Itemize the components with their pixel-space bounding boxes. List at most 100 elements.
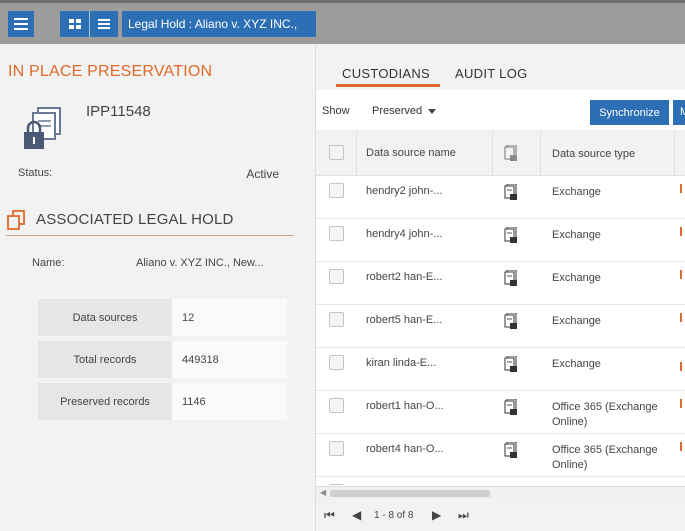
show-filter-dropdown[interactable]: Preserved <box>372 105 437 117</box>
stat-row-preserved-records: Preserved records 1146 <box>38 383 287 420</box>
table-header: Data source name Data source type <box>316 130 685 176</box>
grid-icon <box>68 18 81 29</box>
status-marker <box>680 362 682 371</box>
data-source-type: Exchange <box>552 272 601 284</box>
stat-row-total-records: Total records 449318 <box>38 341 287 378</box>
status-marker <box>680 442 682 451</box>
preserved-lock-icon <box>504 312 518 329</box>
chevron-down-icon <box>428 108 437 114</box>
stat-row-data-sources: Data sources 12 <box>38 299 287 336</box>
row-checkbox[interactable] <box>329 183 344 198</box>
preserved-lock-icon <box>504 183 518 200</box>
data-source-type: Exchange <box>552 315 601 327</box>
status-label: Status: <box>18 167 53 179</box>
row-checkbox[interactable] <box>329 312 344 327</box>
locked-document-icon <box>24 107 61 149</box>
status-marker <box>680 227 682 236</box>
filter-selected-value: Preserved <box>372 105 423 117</box>
preserved-lock-icon <box>504 226 518 243</box>
table-row[interactable]: kiran linda-E... Exchange <box>316 348 685 391</box>
previous-page-icon[interactable]: ◀ <box>352 508 361 522</box>
column-header-name[interactable]: Data source name <box>366 147 456 159</box>
data-source-name[interactable]: robert2 han-E... <box>366 271 442 283</box>
scroll-left-icon[interactable]: ◀ <box>320 488 326 497</box>
next-page-icon[interactable]: ▶ <box>432 508 441 522</box>
associated-legal-hold-title: ASSOCIATED LEGAL HOLD <box>36 211 234 228</box>
table-row[interactable]: hendry4 john-... Exchange <box>316 219 685 262</box>
data-source-type: Exchange <box>552 358 601 370</box>
table-row[interactable]: robert5 han-E... Exchange <box>316 305 685 348</box>
menu-button[interactable] <box>8 11 34 37</box>
custodians-table: Data source name Data source type hendry… <box>316 130 685 485</box>
custodians-panel: CUSTODIANS AUDIT LOG Show Preserved Sync… <box>316 44 685 531</box>
select-all-checkbox[interactable] <box>329 145 344 160</box>
table-body: hendry2 john-... Exchange hendry4 john-...… <box>316 176 685 485</box>
show-label: Show <box>322 105 350 117</box>
row-checkbox[interactable] <box>329 226 344 241</box>
status-marker <box>680 313 682 322</box>
table-row[interactable]: robert4 han-O... Office 365 (Exchange Onl… <box>316 434 685 477</box>
data-source-name[interactable]: robert4 han-O... <box>366 443 444 455</box>
stat-value: 1146 <box>172 383 287 420</box>
grid-view-button[interactable] <box>60 11 89 37</box>
tab-bar: CUSTODIANS AUDIT LOG <box>316 44 685 90</box>
tab-custodians[interactable]: CUSTODIANS <box>342 66 430 81</box>
table-row[interactable]: robert2 han-E... Exchange <box>316 262 685 305</box>
top-bar: Legal Hold : Aliano v. XYZ INC., <box>0 0 685 44</box>
status-marker <box>680 399 682 408</box>
column-divider <box>356 130 357 176</box>
row-checkbox[interactable] <box>329 398 344 413</box>
associated-legal-hold-header: ASSOCIATED LEGAL HOLD <box>6 204 294 236</box>
preserved-lock-icon <box>504 441 518 458</box>
page-info: 1 - 8 of 8 <box>374 510 414 521</box>
scrollbar-thumb[interactable] <box>330 490 490 497</box>
row-checkbox[interactable] <box>329 269 344 284</box>
data-source-name[interactable]: hendry4 john-... <box>366 228 442 240</box>
stat-label: Data sources <box>38 299 172 336</box>
data-source-type: Exchange <box>552 186 601 198</box>
name-label: Name: <box>32 257 65 269</box>
data-source-name[interactable]: robert1 han-O... <box>366 400 444 412</box>
data-source-type: Exchange <box>552 229 601 241</box>
row-checkbox[interactable] <box>329 355 344 370</box>
last-page-icon[interactable]: ⏭ <box>458 508 469 523</box>
row-checkbox[interactable] <box>329 484 344 485</box>
view-toggle <box>60 11 118 37</box>
horizontal-scrollbar[interactable]: ◀ <box>316 486 685 499</box>
stats-table: Data sources 12 Total records 449318 Pre… <box>38 299 287 425</box>
first-page-icon[interactable]: ⏮ <box>324 508 335 523</box>
active-tab-indicator <box>336 84 440 87</box>
table-row[interactable]: robert1 han-O... Office 365 (Exchange Onl… <box>316 391 685 434</box>
preserved-lock-icon <box>504 355 518 372</box>
column-divider <box>674 130 675 176</box>
preserved-lock-icon <box>504 145 517 161</box>
stat-value: 12 <box>172 299 287 336</box>
data-source-type: Office 365 (Exchange Online) <box>552 401 658 428</box>
data-source-type: Office 365 (Exchange Online) <box>552 444 658 471</box>
legal-hold-name[interactable]: Aliano v. XYZ INC., New... <box>136 257 264 269</box>
panel-heading: IN PLACE PRESERVATION <box>8 63 213 80</box>
legal-hold-breadcrumb[interactable]: Legal Hold : Aliano v. XYZ INC., <box>122 11 316 37</box>
synchronize-button[interactable]: Synchronize <box>590 100 669 125</box>
hamburger-icon <box>14 18 28 30</box>
tab-audit-log[interactable]: AUDIT LOG <box>455 66 528 81</box>
list-view-button[interactable] <box>89 11 118 37</box>
status-marker <box>680 184 682 193</box>
data-source-name[interactable]: kiran linda-E... <box>366 357 436 369</box>
table-row[interactable]: hendry2 john-... Exchange <box>316 176 685 219</box>
table-row[interactable]: kiran linda-O...Office 365 (Exchange <box>316 477 685 485</box>
status-value: Active <box>246 167 279 181</box>
legal-hold-icon <box>7 209 25 230</box>
table-toolbar: Show Preserved Synchronize M <box>316 90 685 130</box>
data-source-name[interactable]: robert5 han-E... <box>366 314 442 326</box>
status-marker <box>680 270 682 279</box>
row-checkbox[interactable] <box>329 441 344 456</box>
column-header-type[interactable]: Data source type <box>552 147 672 162</box>
preservation-panel: IN PLACE PRESERVATION IPP11548 Status: A… <box>0 44 316 531</box>
column-divider <box>540 130 541 176</box>
stat-label: Total records <box>38 341 172 378</box>
data-source-name[interactable]: hendry2 john-... <box>366 185 442 197</box>
preserved-lock-icon <box>504 398 518 415</box>
more-actions-button[interactable]: M <box>673 100 685 125</box>
preservation-id: IPP11548 <box>86 103 151 120</box>
